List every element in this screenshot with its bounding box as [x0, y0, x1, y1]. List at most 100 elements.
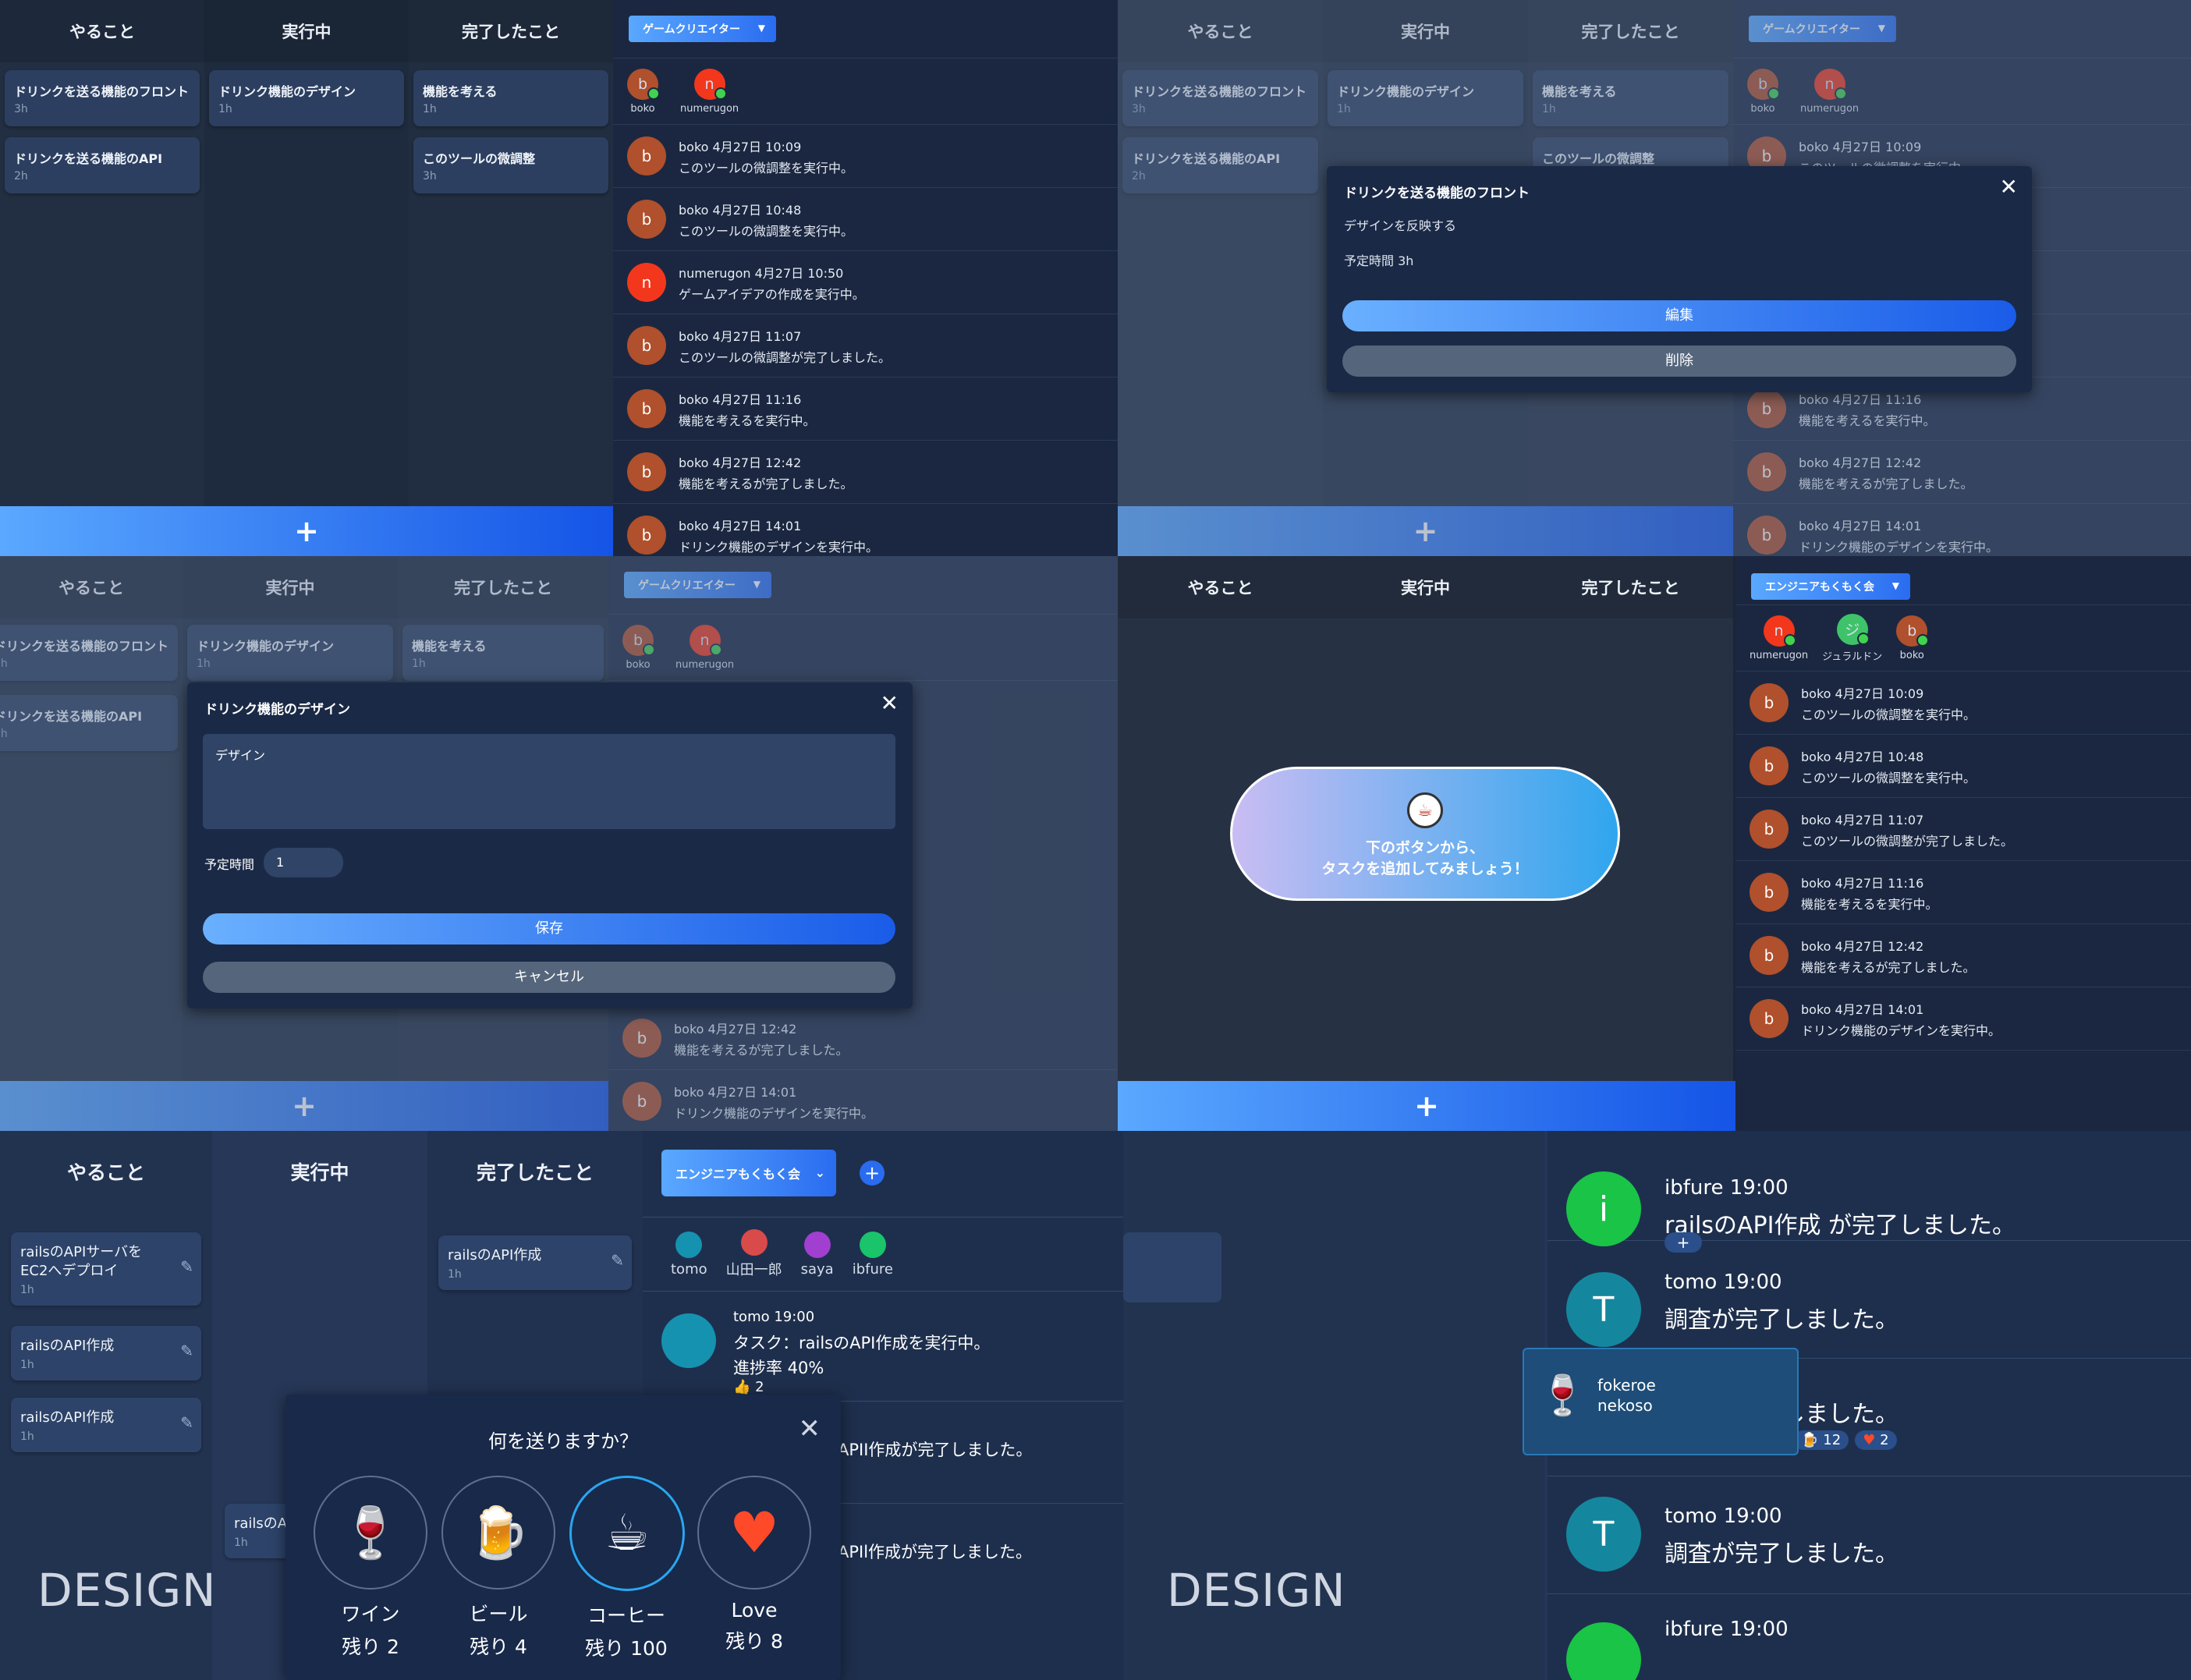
modal-title: ドリンク機能のデザイン	[204, 702, 350, 718]
sender-name: fokeroe	[1597, 1376, 1656, 1395]
screen-task-edit: やること ドリンクを送る機能のフロント3h ドリンクを送る機能のAPI2h 実行…	[0, 556, 1118, 1131]
feed-meta: boko 4月27日 10:48	[1801, 749, 1924, 764]
feed-item: b boko 4月27日 12:42 機能を考えるが完了しました。	[1735, 924, 2191, 987]
drink-option-beer[interactable]: 🍺 ビール 残り 4	[441, 1476, 555, 1661]
team-dropdown[interactable]: エンジニアもくもく会 ▼	[1751, 573, 1910, 600]
member[interactable]: 山田一郎	[726, 1229, 782, 1279]
task-card[interactable]: railsのAPI作成 1h ✎	[438, 1235, 632, 1290]
avatar: b	[1750, 999, 1789, 1038]
member[interactable]: tomo	[671, 1231, 707, 1278]
online-dot	[647, 87, 660, 100]
estimate-input[interactable]: 1	[264, 848, 343, 877]
team-dropdown[interactable]: ゲームクリエイター ▼	[629, 16, 777, 42]
feed-message: このツールの微調整を実行中。	[1801, 770, 1977, 785]
like-count[interactable]: 👍 2	[733, 1379, 764, 1395]
activity-panel: ゲームクリエイター ▼ b boko n numerugon b boko 4月27日 …	[613, 0, 1118, 556]
task-hours: 1h	[218, 103, 232, 115]
task-card[interactable]	[1123, 1232, 1221, 1303]
team-dropdown[interactable]: エンジニアもくもく会 ⌄	[661, 1150, 837, 1196]
feed-meta: boko 4月27日 14:01	[679, 518, 802, 533]
member-name: numerugon	[680, 102, 739, 115]
feed-meta: boko 4月27日 11:16	[679, 392, 802, 407]
feed-message: 機能を考えるが完了しました。	[1801, 959, 1976, 975]
team-name: エンジニアもくもく会	[1765, 581, 1874, 594]
drink-option-coffee[interactable]: ☕ コーヒー 残り 100	[569, 1476, 685, 1661]
task-card[interactable]: railsのAPI作成 1h ✎	[11, 1398, 201, 1452]
avatar: b	[627, 516, 666, 555]
member-name: 山田一郎	[725, 1262, 782, 1278]
screen-task-detail: やること ドリンクを送る機能のフロント 3h ドリンクを送る機能のAPI 2h 実行…	[1118, 0, 2191, 556]
delete-button[interactable]: 削除	[1342, 346, 2016, 377]
online-dot	[714, 87, 727, 100]
member[interactable]: n numerugon	[680, 68, 739, 115]
activity-header: エンジニアもくもく会 ⌄ +	[643, 1131, 1123, 1217]
task-card[interactable]: 機能を考える 1h	[413, 70, 608, 126]
description-textarea[interactable]: デザイン	[203, 734, 895, 829]
screen-empty-board: やること 実行中 完了したこと ☕ 下のボタンから、 タスクを追加してみましょう…	[1118, 556, 2191, 1131]
member-name: numerugon	[1750, 649, 1809, 661]
avatar: b	[627, 389, 666, 428]
column-header: やること	[0, 0, 204, 62]
add-task-button[interactable]: +	[1118, 1081, 1735, 1131]
column-header: 完了したこと	[476, 1161, 594, 1184]
drink-option-wine[interactable]: 🍷 ワイン 残り 2	[314, 1476, 427, 1661]
add-team-button[interactable]: +	[860, 1161, 885, 1186]
edit-icon[interactable]: ✎	[180, 1257, 193, 1276]
avatar: b	[1750, 873, 1789, 912]
feed-item: b boko 4月27日 14:01 ドリンク機能のデザインを実行中。	[613, 504, 1118, 556]
reaction-beer[interactable]: 🍺 12	[1793, 1430, 1849, 1450]
feed-message: APII作成が完了しました。	[838, 1441, 1033, 1459]
task-description: デザインを反映する	[1344, 218, 1457, 233]
add-task-button[interactable]: +	[0, 506, 613, 556]
feed-meta: boko 4月27日 10:09	[1801, 686, 1924, 701]
member[interactable]: b boko	[627, 68, 660, 115]
edit-icon[interactable]: ✎	[180, 1413, 193, 1432]
column-header: 実行中	[290, 1161, 349, 1184]
edit-icon[interactable]: ✎	[611, 1251, 624, 1270]
member-name: ジュラルドン	[1822, 650, 1883, 663]
member[interactable]: b boko	[1896, 615, 1930, 661]
member[interactable]: saya	[801, 1231, 834, 1278]
screen-kanban-1: やること ドリンクを送る機能のフロント 3h ドリンクを送る機能のAPI 2h …	[0, 0, 1118, 556]
column-header: 実行中	[204, 0, 409, 62]
member[interactable]: ibfure	[853, 1231, 893, 1278]
feed-message: このツールの微調整が完了しました。	[1801, 833, 2014, 849]
task-card[interactable]: railsのAPIサーバをEC2へデプロイ 1h ✎	[11, 1232, 201, 1306]
drink-received-toast[interactable]: 🍷 fokeroe nekoso	[1523, 1348, 1799, 1455]
save-button[interactable]: 保存	[203, 913, 895, 945]
feed-item: n numerugon 4月27日 10:50 ゲームアイデアの作成を実行中。	[613, 251, 1118, 314]
column-done: 完了したこと 機能を考える 1h このツールの微調整 3h	[409, 0, 613, 556]
thumbs-up-icon: 👍	[733, 1379, 751, 1395]
feed-meta: numerugon 4月27日 10:50	[679, 265, 844, 281]
feed-item: b boko 4月27日 12:42 機能を考えるが完了しました。	[613, 441, 1118, 504]
feed-message: このツールの微調整を実行中。	[1801, 707, 1977, 722]
avatar: b	[627, 200, 666, 239]
reaction-heart[interactable]: ♥ 2	[1855, 1430, 1897, 1450]
feed-message: ゲームアイデアの作成を実行中。	[679, 286, 865, 302]
task-card[interactable]: このツールの微調整 3h	[413, 137, 608, 193]
column-header: やること	[66, 1161, 145, 1184]
close-icon[interactable]: ✕	[881, 690, 899, 716]
task-hours: 3h	[14, 103, 28, 115]
avatar	[675, 1231, 703, 1258]
member[interactable]: ジジュラルドン	[1822, 613, 1883, 663]
empty-text: 下のボタンから、	[1365, 839, 1484, 856]
task-card[interactable]: ドリンクを送る機能のAPI 2h	[5, 137, 200, 193]
feed-message: railsのAPI作成 が完了しました。	[1665, 1212, 2016, 1239]
drink-option-love[interactable]: ♥ Love 残り 8	[697, 1476, 811, 1661]
team-name: ゲームクリエイター	[643, 23, 741, 36]
task-card[interactable]: ドリンクを送る機能のフロント 3h	[5, 70, 200, 126]
task-card[interactable]: ドリンク機能のデザイン 1h	[209, 70, 404, 126]
edit-icon[interactable]: ✎	[180, 1342, 193, 1360]
feed-meta: boko 4月27日 12:42	[1801, 938, 1924, 954]
column-header: 完了したこと	[1528, 556, 1733, 618]
close-icon[interactable]: ✕	[2000, 174, 2018, 200]
activity-panel: エンジニアもくもく会 ▼ n numerugon ジジュラルドン b boko b bo…	[1735, 556, 2191, 1131]
task-card[interactable]: railsのAPI作成 1h ✎	[11, 1326, 201, 1381]
member[interactable]: n numerugon	[1750, 615, 1808, 661]
feed-item: ibfure 19:00	[1548, 1594, 2191, 1680]
task-hours: 1h	[20, 1430, 34, 1443]
edit-button[interactable]: 編集	[1342, 300, 2016, 331]
cancel-button[interactable]: キャンセル	[203, 962, 895, 993]
feed-message: このツールの微調整を実行中。	[679, 160, 854, 175]
